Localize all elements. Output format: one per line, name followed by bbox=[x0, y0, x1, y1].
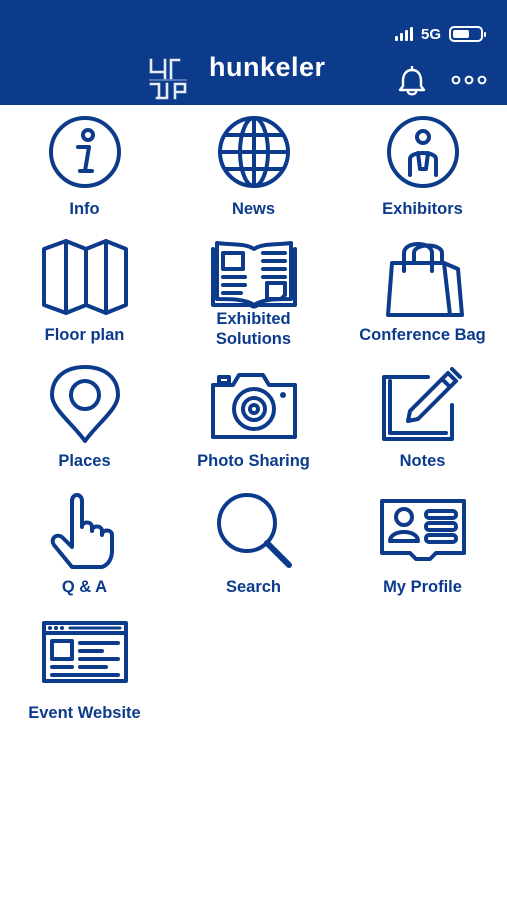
tile-info[interactable]: Info bbox=[0, 105, 169, 231]
tile-label: Q & A bbox=[61, 578, 108, 596]
tile-photo-sharing[interactable]: Photo Sharing bbox=[169, 357, 338, 483]
edit-note-icon bbox=[382, 367, 462, 441]
brand-logo: hunkeler bbox=[147, 52, 326, 102]
tile-label: Photo Sharing bbox=[197, 452, 310, 470]
globe-icon bbox=[218, 116, 290, 188]
tile-my-profile[interactable]: My Profile bbox=[338, 483, 507, 609]
exhibitor-icon bbox=[387, 116, 459, 188]
more-dots-icon[interactable] bbox=[450, 74, 488, 86]
app-header: 5G hunkeler bbox=[0, 0, 507, 105]
tile-q-and-a[interactable]: Q & A bbox=[0, 483, 169, 609]
tile-label: News bbox=[231, 200, 276, 218]
tile-label: Places bbox=[58, 452, 111, 470]
tile-exhibitors[interactable]: Exhibitors bbox=[338, 105, 507, 231]
website-icon bbox=[42, 621, 128, 683]
profile-card-icon bbox=[380, 499, 466, 561]
network-type: 5G bbox=[420, 25, 441, 43]
bell-icon[interactable] bbox=[396, 66, 428, 96]
tile-label: Conference Bag bbox=[359, 326, 486, 344]
tile-label: Event Website bbox=[28, 704, 141, 722]
camera-icon bbox=[211, 373, 297, 439]
tile-notes[interactable]: Notes bbox=[338, 357, 507, 483]
tile-places[interactable]: Places bbox=[0, 357, 169, 483]
pointing-hand-icon bbox=[50, 493, 114, 569]
brand-name: hunkeler bbox=[209, 52, 326, 82]
tile-label: Info bbox=[69, 200, 100, 218]
hunkeler-logo-mark-icon bbox=[149, 58, 187, 100]
tile-floor-plan[interactable]: Floor plan bbox=[0, 231, 169, 357]
tile-label: Notes bbox=[399, 452, 446, 470]
tile-search[interactable]: Search bbox=[169, 483, 338, 609]
tile-label: Search bbox=[225, 578, 282, 596]
battery-icon bbox=[449, 26, 486, 42]
search-icon bbox=[217, 493, 292, 568]
tile-label: My Profile bbox=[383, 578, 462, 596]
tile-news[interactable]: News bbox=[169, 105, 338, 231]
shopping-bag-icon bbox=[386, 242, 464, 317]
catalog-icon bbox=[211, 241, 297, 309]
tile-exhibited-solutions[interactable]: Exhibited Solutions bbox=[169, 231, 338, 357]
location-pin-icon bbox=[50, 365, 120, 443]
tile-event-website[interactable]: Event Website bbox=[0, 609, 169, 735]
tile-label: Exhibitors bbox=[382, 200, 463, 218]
status-bar: 5G bbox=[394, 24, 486, 44]
signal-icon bbox=[394, 27, 413, 41]
info-icon bbox=[49, 116, 121, 188]
tile-label: Exhibited Solutions bbox=[215, 310, 292, 348]
tile-conference-bag[interactable]: Conference Bag bbox=[338, 231, 507, 357]
map-icon bbox=[42, 239, 128, 315]
tile-label: Floor plan bbox=[44, 326, 125, 344]
